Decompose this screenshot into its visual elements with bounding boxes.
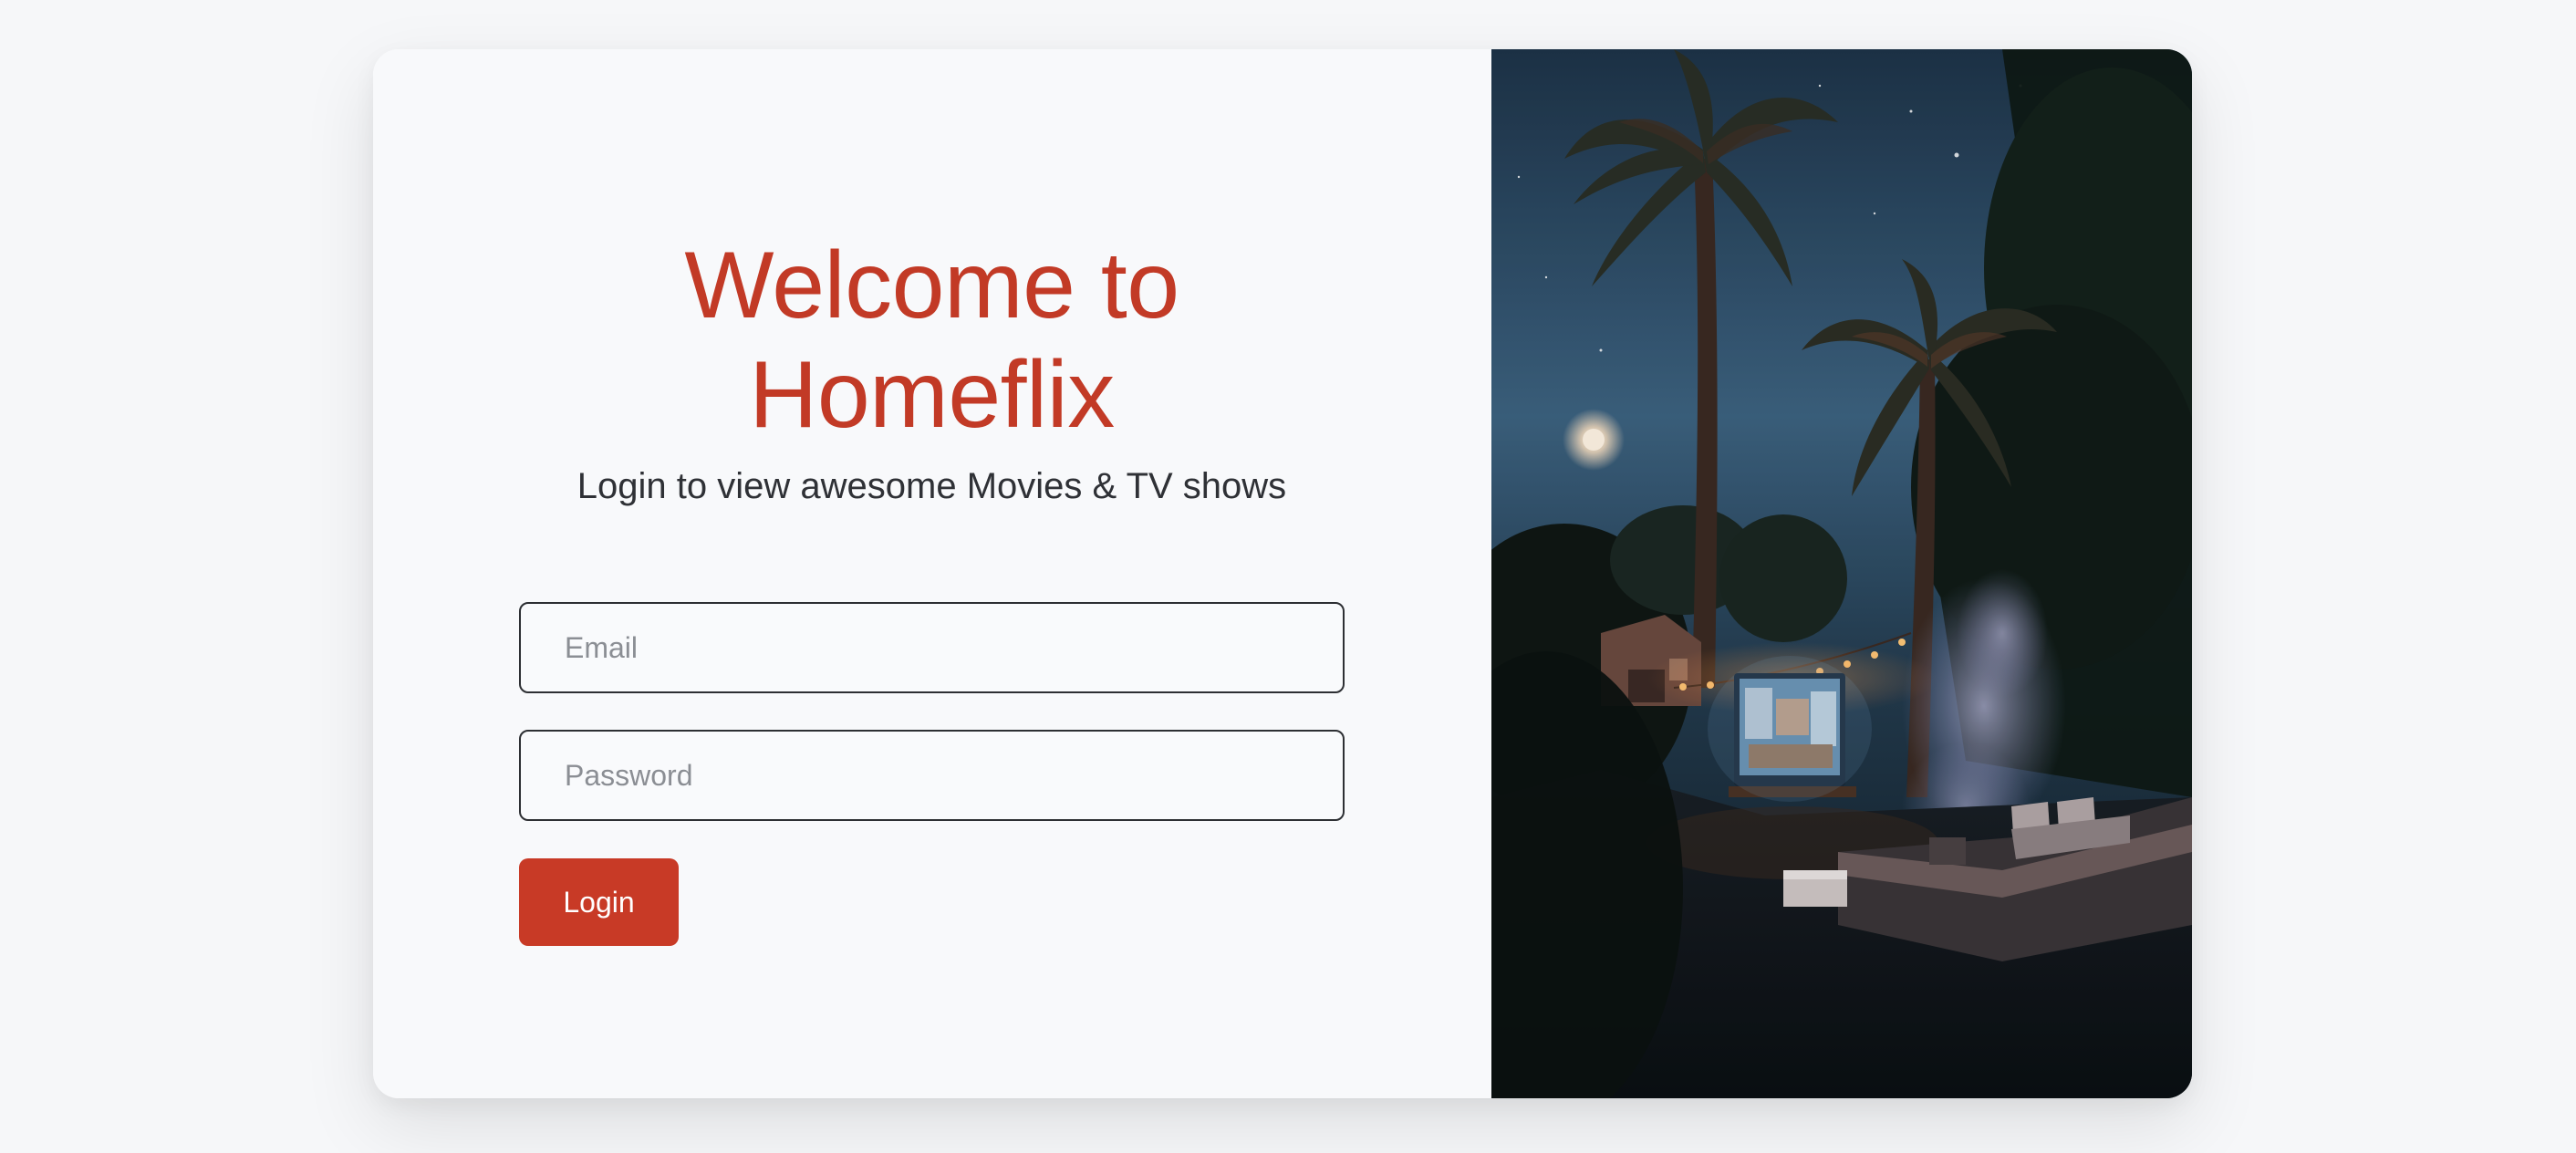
login-button[interactable]: Login — [519, 858, 679, 947]
page-title: Welcome to Homeflix — [684, 233, 1179, 448]
password-input[interactable] — [519, 730, 1345, 822]
login-card: Welcome to Homeflix Login to view awesom… — [373, 49, 2192, 1098]
hero-image — [1491, 49, 2192, 1098]
login-form: Welcome to Homeflix Login to view awesom… — [519, 232, 1345, 947]
backyard-movie-night-photo — [1491, 49, 2192, 1098]
email-input[interactable] — [519, 602, 1345, 694]
login-panel: Welcome to Homeflix Login to view awesom… — [373, 49, 1491, 1098]
page-subtitle: Login to view awesome Movies & TV shows — [576, 466, 1287, 507]
